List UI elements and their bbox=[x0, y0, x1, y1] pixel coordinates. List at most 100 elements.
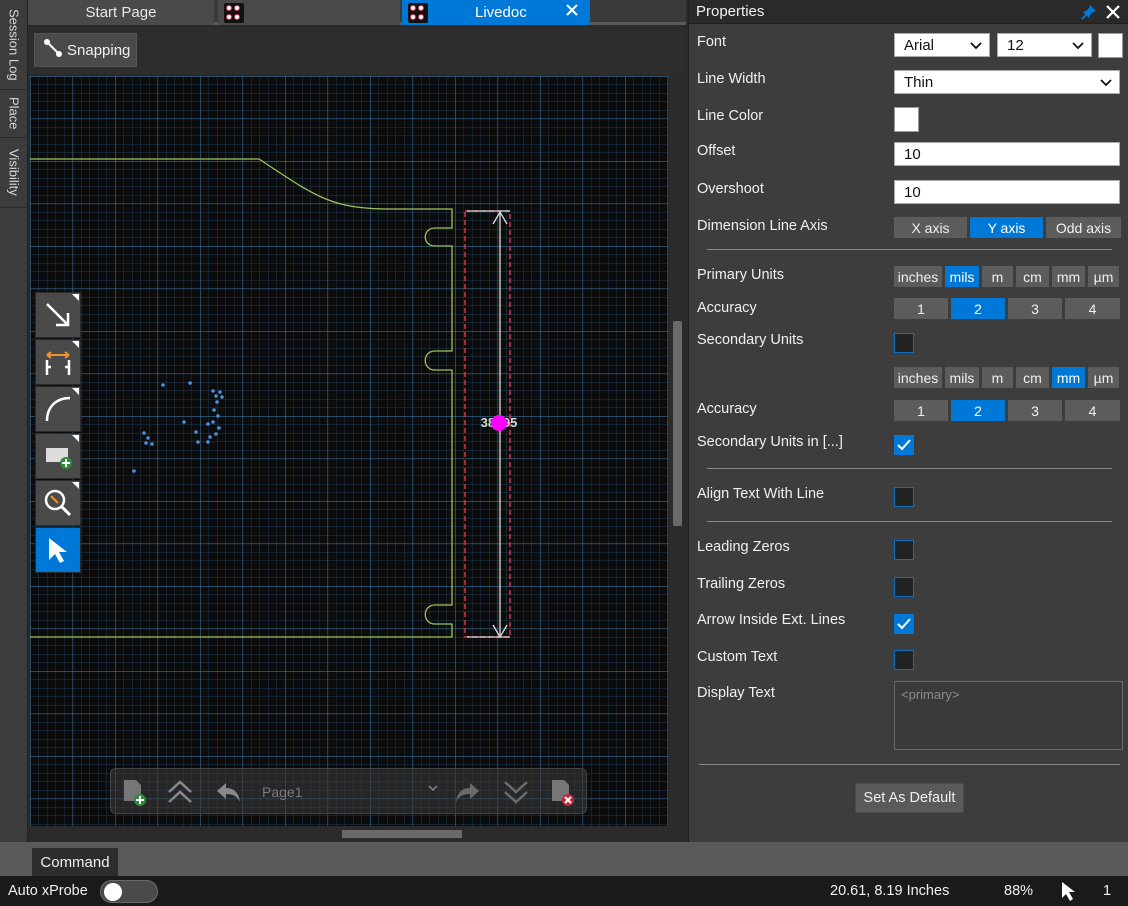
trailing-zeros-label: Trailing Zeros bbox=[697, 576, 786, 592]
side-tab-label: Place bbox=[6, 97, 22, 130]
font-size-select[interactable]: 12 bbox=[997, 33, 1092, 57]
accuracy-1-button[interactable]: 1 bbox=[894, 298, 948, 319]
document-tab-bar: Start Page Livedoc bbox=[28, 0, 686, 25]
font-family-select[interactable]: Arial bbox=[894, 33, 990, 57]
accuracy-2-button[interactable]: 2 bbox=[951, 298, 1005, 319]
tab-command[interactable]: Command bbox=[32, 848, 118, 876]
custom-text-checkbox[interactable] bbox=[894, 650, 914, 670]
offset-value: 10 bbox=[904, 145, 921, 163]
arrow-inside-checkbox[interactable] bbox=[894, 614, 914, 634]
font-label: Font bbox=[697, 34, 727, 50]
zoom-icon bbox=[44, 489, 72, 517]
component-point bbox=[206, 440, 210, 444]
auto-xprobe-toggle[interactable] bbox=[100, 880, 158, 903]
add-page-button[interactable] bbox=[117, 776, 151, 808]
dimension-tool-button[interactable] bbox=[35, 339, 81, 385]
pcb-canvas[interactable]: 38●95 bbox=[30, 76, 668, 826]
accuracy-2-button[interactable]: 2 bbox=[951, 400, 1005, 421]
unit-mils-button[interactable]: mils bbox=[945, 367, 979, 388]
secondary-units-checkbox[interactable] bbox=[894, 333, 914, 353]
component-point bbox=[218, 390, 222, 394]
arc-tool-button[interactable] bbox=[35, 386, 81, 432]
secondary-in-checkbox[interactable] bbox=[894, 435, 914, 455]
unit-mils-button[interactable]: mils bbox=[945, 266, 979, 287]
leading-zeros-checkbox[interactable] bbox=[894, 540, 914, 560]
scrollbar-thumb[interactable] bbox=[673, 321, 682, 526]
toggle-knob bbox=[104, 883, 122, 901]
accuracy-3-button[interactable]: 3 bbox=[1008, 400, 1062, 421]
tab-start-page[interactable]: Start Page bbox=[28, 0, 214, 25]
trailing-zeros-checkbox[interactable] bbox=[894, 577, 914, 597]
page-select[interactable]: Page1 bbox=[254, 777, 444, 807]
select-tool-button[interactable] bbox=[35, 527, 81, 573]
close-icon[interactable] bbox=[564, 2, 580, 22]
component-point bbox=[211, 420, 215, 424]
offset-input[interactable]: 10 bbox=[894, 142, 1120, 166]
overshoot-input[interactable]: 10 bbox=[894, 180, 1120, 204]
properties-panel: Properties Font Arial 12 Line Width Thin… bbox=[688, 0, 1128, 842]
delete-page-button[interactable] bbox=[545, 776, 579, 808]
delete-page-icon bbox=[552, 780, 574, 806]
tab-document[interactable] bbox=[218, 0, 400, 25]
tab-livedoc[interactable]: Livedoc bbox=[402, 0, 590, 25]
unit-m-button[interactable]: m bbox=[982, 367, 1013, 388]
component-point bbox=[206, 422, 210, 426]
unit-um-button[interactable]: µm bbox=[1088, 266, 1119, 287]
display-text-placeholder: <primary> bbox=[901, 687, 960, 702]
side-tab-strip: Session Log Place Visibility bbox=[0, 0, 28, 842]
last-page-button[interactable] bbox=[499, 776, 533, 808]
tab-label: Start Page bbox=[85, 4, 157, 21]
properties-title: Properties bbox=[696, 3, 765, 20]
component-point bbox=[214, 394, 218, 398]
properties-header: Properties bbox=[689, 0, 1128, 24]
accuracy-4-button[interactable]: 4 bbox=[1065, 298, 1120, 319]
unit-cm-button[interactable]: cm bbox=[1016, 367, 1049, 388]
component-point bbox=[212, 408, 216, 412]
vertical-scrollbar[interactable] bbox=[670, 76, 686, 826]
add-component-button[interactable] bbox=[35, 433, 81, 479]
side-tab-session-log[interactable]: Session Log bbox=[0, 0, 28, 90]
zoom-tool-button[interactable] bbox=[35, 480, 81, 526]
chevron-down-icon bbox=[426, 781, 440, 798]
font-color-swatch[interactable] bbox=[1098, 33, 1123, 58]
pin-icon[interactable] bbox=[1080, 3, 1098, 25]
y-axis-button[interactable]: Y axis bbox=[970, 217, 1043, 238]
unit-inches-button[interactable]: inches bbox=[894, 266, 942, 287]
line-tool-button[interactable] bbox=[35, 292, 81, 338]
snapping-button[interactable]: Snapping bbox=[34, 33, 137, 67]
component-point bbox=[208, 435, 212, 439]
accuracy-1-button[interactable]: 1 bbox=[894, 400, 948, 421]
add-component-icon bbox=[46, 448, 72, 469]
unit-um-button[interactable]: µm bbox=[1088, 367, 1119, 388]
x-axis-button[interactable]: X axis bbox=[894, 217, 967, 238]
accuracy-4-button[interactable]: 4 bbox=[1065, 400, 1120, 421]
line-width-select[interactable]: Thin bbox=[894, 70, 1120, 94]
line-color-swatch[interactable] bbox=[894, 107, 919, 132]
unit-m-button[interactable]: m bbox=[982, 266, 1013, 287]
first-page-button[interactable] bbox=[163, 776, 197, 808]
double-chevron-down-icon bbox=[504, 781, 528, 804]
dimension-icon bbox=[45, 351, 71, 375]
font-size-value: 12 bbox=[1007, 36, 1024, 54]
dimension-handle[interactable] bbox=[491, 415, 507, 431]
component-point bbox=[216, 414, 220, 418]
align-text-checkbox[interactable] bbox=[894, 487, 914, 507]
accuracy-3-button[interactable]: 3 bbox=[1008, 298, 1062, 319]
odd-axis-button[interactable]: Odd axis bbox=[1046, 217, 1121, 238]
redo-button[interactable] bbox=[451, 776, 485, 808]
divider bbox=[707, 468, 1112, 469]
undo-button[interactable] bbox=[211, 776, 245, 808]
scrollbar-thumb[interactable] bbox=[342, 830, 462, 838]
side-tab-visibility[interactable]: Visibility bbox=[0, 138, 28, 208]
unit-inches-button[interactable]: inches bbox=[894, 367, 942, 388]
close-icon[interactable] bbox=[1104, 3, 1122, 25]
side-tab-place[interactable]: Place bbox=[0, 90, 28, 138]
set-as-default-button[interactable]: Set As Default bbox=[855, 783, 964, 813]
unit-mm-button[interactable]: mm bbox=[1052, 266, 1085, 287]
horizontal-scrollbar[interactable] bbox=[30, 826, 670, 842]
unit-cm-button[interactable]: cm bbox=[1016, 266, 1049, 287]
unit-mm-button[interactable]: mm bbox=[1052, 367, 1085, 388]
display-text-input[interactable]: <primary> bbox=[894, 681, 1123, 750]
align-text-label: Align Text With Line bbox=[697, 486, 825, 502]
secondary-accuracy-label: Accuracy bbox=[697, 401, 757, 417]
